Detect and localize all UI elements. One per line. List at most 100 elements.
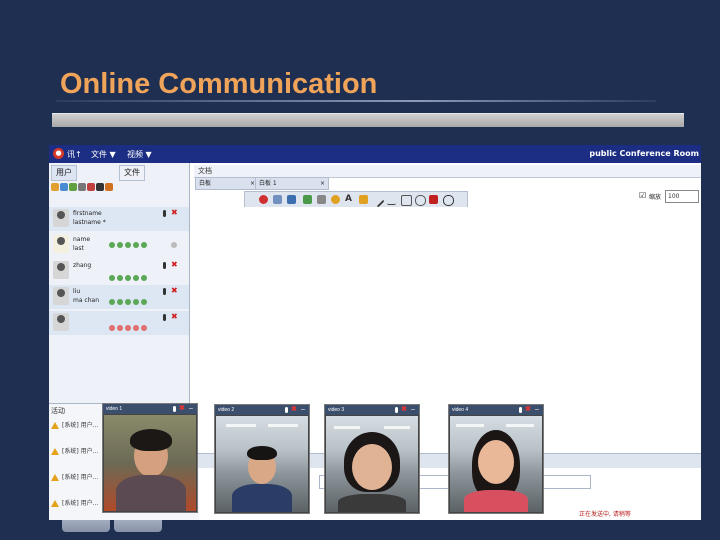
activity-text: [系统] 用户... [62, 474, 99, 481]
status-icon [117, 275, 123, 281]
warning-icon [51, 422, 59, 429]
minimize-icon[interactable]: – [535, 406, 539, 414]
close-icon[interactable]: ✖ [291, 406, 297, 414]
status-icon [109, 275, 115, 281]
microphone-icon[interactable] [96, 183, 104, 191]
stop-icon[interactable] [259, 195, 268, 204]
refresh-icon[interactable] [303, 195, 312, 204]
files-tab-label: 文件 [124, 168, 140, 177]
underline-icon[interactable] [387, 195, 396, 205]
highlight-icon[interactable] [331, 195, 340, 204]
video-title: video 4 [452, 407, 469, 413]
status-icon [109, 325, 115, 331]
minimize-icon[interactable]: – [189, 405, 193, 413]
zoom-label: 缩放 [649, 194, 662, 201]
pencil-icon[interactable] [359, 195, 368, 204]
minimize-icon[interactable]: – [411, 406, 415, 414]
microphone-icon[interactable] [395, 407, 398, 413]
close-icon[interactable]: ✖ [171, 313, 178, 321]
arrow-icon[interactable] [429, 195, 438, 204]
circle-icon[interactable] [415, 195, 426, 206]
activity-text: [系统] 用户... [62, 448, 99, 455]
rectangle-icon[interactable] [401, 195, 412, 206]
person-hair [247, 446, 277, 460]
person-face [352, 444, 392, 490]
user-add-icon[interactable] [60, 183, 68, 191]
video-window-header: video 1 ✖ – [103, 404, 197, 414]
user-subname: ma chan [73, 297, 100, 304]
save-icon[interactable] [287, 195, 296, 204]
tab-whiteboard-label: 白板 [199, 180, 212, 187]
video-window-header: video 2 ✖ – [215, 405, 309, 415]
user-group-icon[interactable] [51, 183, 59, 191]
user-name: zhang [73, 262, 92, 269]
video-window[interactable]: video 1 ✖ – [102, 403, 198, 513]
tab-files[interactable]: 文件 [119, 165, 145, 181]
video-toggle-icon[interactable] [87, 183, 95, 191]
video-feed [326, 416, 418, 512]
user-name: liu [73, 288, 81, 295]
ceiling-light [334, 426, 360, 429]
status-icon [141, 325, 147, 331]
activity-text: [系统] 用户... [62, 422, 99, 429]
video-window[interactable]: video 4 ✖ – [448, 404, 544, 514]
avatar [53, 313, 69, 331]
pen-icon[interactable] [105, 183, 113, 191]
status-icon [109, 299, 115, 305]
close-icon[interactable]: ✖ [171, 287, 178, 295]
users-panel: 用户 文件 firstname lastname * ✖ name last z… [49, 163, 190, 403]
app-logo-icon[interactable]: ● [53, 148, 64, 159]
list-item[interactable]: zhang ✖ [49, 259, 189, 283]
activity-text: [系统] 用户... [62, 500, 99, 507]
microphone-icon[interactable] [285, 407, 288, 413]
slide-title: Online Communication [60, 68, 378, 100]
microphone-icon[interactable] [163, 314, 166, 321]
close-icon[interactable]: × [320, 178, 325, 189]
avatar [53, 235, 69, 253]
list-item[interactable]: firstname lastname * ✖ [49, 207, 189, 231]
status-icon [117, 325, 123, 331]
text-icon[interactable]: A [345, 195, 354, 204]
minimize-icon[interactable]: – [301, 406, 305, 414]
decorative-grey-bar [52, 113, 684, 127]
zoom-icon[interactable] [443, 195, 454, 206]
tab-whiteboard-1[interactable]: 白板 1 × [255, 177, 329, 190]
list-item[interactable]: ✖ [49, 311, 189, 335]
menu-video[interactable]: 视频 ▼ [127, 149, 152, 160]
close-icon[interactable]: ✖ [171, 261, 178, 269]
key-icon[interactable] [78, 183, 86, 191]
status-icon [141, 299, 147, 305]
list-item[interactable]: liu ma chan ✖ [49, 285, 189, 309]
zoom-checkbox[interactable]: ☑ [639, 191, 646, 200]
status-icon [133, 325, 139, 331]
person-body [232, 484, 292, 512]
menu-app[interactable]: 讯↑ [67, 149, 82, 160]
microphone-icon[interactable] [519, 407, 522, 413]
avatar [53, 261, 69, 279]
microphone-icon[interactable] [173, 406, 176, 412]
microphone-icon[interactable] [163, 210, 166, 217]
status-icon [141, 275, 147, 281]
document-icon[interactable] [273, 195, 282, 204]
close-icon[interactable]: ✖ [179, 405, 185, 413]
zoom-select[interactable]: 100 [665, 190, 699, 203]
menu-file[interactable]: 文件 ▼ [91, 149, 116, 160]
user-status-icon[interactable] [69, 183, 77, 191]
status-icon [109, 242, 115, 248]
user-name: firstname [73, 210, 102, 217]
close-icon[interactable]: ✖ [401, 406, 407, 414]
pointer-icon[interactable] [317, 195, 326, 204]
close-icon[interactable]: ✖ [171, 209, 178, 217]
video-window[interactable]: video 3 ✖ – [324, 404, 420, 514]
close-icon[interactable]: ✖ [525, 406, 531, 414]
microphone-icon[interactable] [163, 288, 166, 295]
users-toolbar [51, 183, 187, 195]
tab-users[interactable]: 用户 [51, 165, 77, 181]
person-face [478, 440, 514, 484]
user-name: name [73, 236, 91, 243]
tab-whiteboard[interactable]: 白板 × [195, 177, 259, 190]
list-item[interactable]: name last [49, 233, 189, 257]
video-window[interactable]: video 2 ✖ – [214, 404, 310, 514]
line-icon[interactable] [370, 193, 385, 208]
microphone-icon[interactable] [163, 262, 166, 269]
